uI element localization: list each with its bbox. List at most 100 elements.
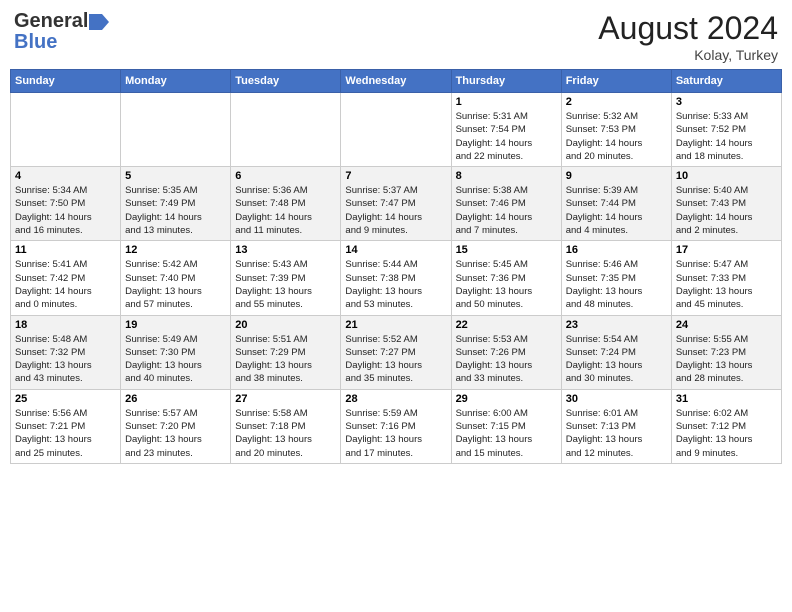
logo-arrow-icon (89, 14, 109, 30)
calendar-day-cell: 31 Sunrise: 6:02 AM Sunset: 7:12 PM Dayli… (671, 389, 781, 463)
day-info: Sunrise: 5:43 AM Sunset: 7:39 PM Dayligh… (235, 258, 336, 311)
day-number: 14 (345, 244, 446, 256)
day-info: Sunrise: 5:53 AM Sunset: 7:26 PM Dayligh… (456, 333, 557, 386)
calendar-day-cell: 18 Sunrise: 5:48 AM Sunset: 7:32 PM Dayli… (11, 315, 121, 389)
day-info: Sunrise: 5:52 AM Sunset: 7:27 PM Dayligh… (345, 333, 446, 386)
day-info: Sunrise: 5:49 AM Sunset: 7:30 PM Dayligh… (125, 333, 226, 386)
day-info: Sunrise: 5:32 AM Sunset: 7:53 PM Dayligh… (566, 110, 667, 163)
day-info: Sunrise: 5:58 AM Sunset: 7:18 PM Dayligh… (235, 407, 336, 460)
day-header-thursday: Thursday (451, 70, 561, 93)
day-number: 7 (345, 170, 446, 182)
day-number: 6 (235, 170, 336, 182)
day-number: 13 (235, 244, 336, 256)
calendar-day-cell (231, 93, 341, 167)
calendar-week-row: 1 Sunrise: 5:31 AM Sunset: 7:54 PM Daylig… (11, 93, 782, 167)
day-info: Sunrise: 5:45 AM Sunset: 7:36 PM Dayligh… (456, 258, 557, 311)
day-number: 28 (345, 393, 446, 405)
day-number: 24 (676, 319, 777, 331)
page-header: General Blue August 2024 Kolay, Turkey (10, 10, 782, 63)
logo-general-text: General (14, 10, 88, 33)
calendar-day-cell: 21 Sunrise: 5:52 AM Sunset: 7:27 PM Dayli… (341, 315, 451, 389)
day-header-sunday: Sunday (11, 70, 121, 93)
day-header-friday: Friday (561, 70, 671, 93)
calendar-day-cell: 24 Sunrise: 5:55 AM Sunset: 7:23 PM Dayli… (671, 315, 781, 389)
day-info: Sunrise: 5:35 AM Sunset: 7:49 PM Dayligh… (125, 184, 226, 237)
day-info: Sunrise: 5:40 AM Sunset: 7:43 PM Dayligh… (676, 184, 777, 237)
day-number: 21 (345, 319, 446, 331)
day-number: 9 (566, 170, 667, 182)
location-text: Kolay, Turkey (598, 47, 778, 63)
day-info: Sunrise: 5:55 AM Sunset: 7:23 PM Dayligh… (676, 333, 777, 386)
day-number: 25 (15, 393, 116, 405)
day-info: Sunrise: 5:44 AM Sunset: 7:38 PM Dayligh… (345, 258, 446, 311)
day-info: Sunrise: 5:51 AM Sunset: 7:29 PM Dayligh… (235, 333, 336, 386)
day-number: 30 (566, 393, 667, 405)
calendar-day-cell: 3 Sunrise: 5:33 AM Sunset: 7:52 PM Daylig… (671, 93, 781, 167)
calendar-day-cell (121, 93, 231, 167)
logo: General Blue (14, 10, 109, 54)
day-header-tuesday: Tuesday (231, 70, 341, 93)
calendar-day-cell: 5 Sunrise: 5:35 AM Sunset: 7:49 PM Daylig… (121, 167, 231, 241)
day-number: 5 (125, 170, 226, 182)
day-number: 31 (676, 393, 777, 405)
calendar-day-cell: 14 Sunrise: 5:44 AM Sunset: 7:38 PM Dayli… (341, 241, 451, 315)
day-info: Sunrise: 5:39 AM Sunset: 7:44 PM Dayligh… (566, 184, 667, 237)
day-info: Sunrise: 6:00 AM Sunset: 7:15 PM Dayligh… (456, 407, 557, 460)
day-number: 19 (125, 319, 226, 331)
day-number: 20 (235, 319, 336, 331)
calendar-day-cell: 29 Sunrise: 6:00 AM Sunset: 7:15 PM Dayli… (451, 389, 561, 463)
calendar-day-cell: 19 Sunrise: 5:49 AM Sunset: 7:30 PM Dayli… (121, 315, 231, 389)
day-number: 29 (456, 393, 557, 405)
day-number: 12 (125, 244, 226, 256)
day-info: Sunrise: 5:38 AM Sunset: 7:46 PM Dayligh… (456, 184, 557, 237)
calendar-day-cell: 30 Sunrise: 6:01 AM Sunset: 7:13 PM Dayli… (561, 389, 671, 463)
calendar-header-row: SundayMondayTuesdayWednesdayThursdayFrid… (11, 70, 782, 93)
calendar-day-cell: 13 Sunrise: 5:43 AM Sunset: 7:39 PM Dayli… (231, 241, 341, 315)
calendar-day-cell: 10 Sunrise: 5:40 AM Sunset: 7:43 PM Dayli… (671, 167, 781, 241)
day-info: Sunrise: 5:54 AM Sunset: 7:24 PM Dayligh… (566, 333, 667, 386)
calendar-table: SundayMondayTuesdayWednesdayThursdayFrid… (10, 69, 782, 464)
calendar-week-row: 25 Sunrise: 5:56 AM Sunset: 7:21 PM Dayli… (11, 389, 782, 463)
day-number: 4 (15, 170, 116, 182)
day-number: 26 (125, 393, 226, 405)
day-info: Sunrise: 5:36 AM Sunset: 7:48 PM Dayligh… (235, 184, 336, 237)
day-number: 18 (15, 319, 116, 331)
calendar-week-row: 4Sunrise: 5:34 AM Sunset: 7:50 PM Daylig… (11, 167, 782, 241)
calendar-day-cell: 7Sunrise: 5:37 AM Sunset: 7:47 PM Daylig… (341, 167, 451, 241)
day-header-monday: Monday (121, 70, 231, 93)
day-info: Sunrise: 5:56 AM Sunset: 7:21 PM Dayligh… (15, 407, 116, 460)
calendar-day-cell: 26 Sunrise: 5:57 AM Sunset: 7:20 PM Dayli… (121, 389, 231, 463)
day-number: 17 (676, 244, 777, 256)
calendar-day-cell: 6 Sunrise: 5:36 AM Sunset: 7:48 PM Daylig… (231, 167, 341, 241)
day-info: Sunrise: 5:41 AM Sunset: 7:42 PM Dayligh… (15, 258, 116, 311)
day-info: Sunrise: 5:48 AM Sunset: 7:32 PM Dayligh… (15, 333, 116, 386)
day-number: 27 (235, 393, 336, 405)
calendar-day-cell: 25 Sunrise: 5:56 AM Sunset: 7:21 PM Dayli… (11, 389, 121, 463)
calendar-day-cell: 4Sunrise: 5:34 AM Sunset: 7:50 PM Daylig… (11, 167, 121, 241)
day-number: 15 (456, 244, 557, 256)
day-info: Sunrise: 5:59 AM Sunset: 7:16 PM Dayligh… (345, 407, 446, 460)
day-number: 10 (676, 170, 777, 182)
month-year-title: August 2024 (598, 10, 778, 47)
calendar-day-cell: 12 Sunrise: 5:42 AM Sunset: 7:40 PM Dayli… (121, 241, 231, 315)
day-number: 2 (566, 96, 667, 108)
day-info: Sunrise: 5:33 AM Sunset: 7:52 PM Dayligh… (676, 110, 777, 163)
calendar-day-cell: 9 Sunrise: 5:39 AM Sunset: 7:44 PM Daylig… (561, 167, 671, 241)
day-info: Sunrise: 6:02 AM Sunset: 7:12 PM Dayligh… (676, 407, 777, 460)
calendar-week-row: 18 Sunrise: 5:48 AM Sunset: 7:32 PM Dayli… (11, 315, 782, 389)
calendar-day-cell: 27 Sunrise: 5:58 AM Sunset: 7:18 PM Dayli… (231, 389, 341, 463)
day-info: Sunrise: 5:42 AM Sunset: 7:40 PM Dayligh… (125, 258, 226, 311)
calendar-day-cell (11, 93, 121, 167)
calendar-day-cell: 23 Sunrise: 5:54 AM Sunset: 7:24 PM Dayli… (561, 315, 671, 389)
day-number: 8 (456, 170, 557, 182)
day-info: Sunrise: 5:46 AM Sunset: 7:35 PM Dayligh… (566, 258, 667, 311)
day-header-saturday: Saturday (671, 70, 781, 93)
day-number: 23 (566, 319, 667, 331)
calendar-day-cell: 8 Sunrise: 5:38 AM Sunset: 7:46 PM Daylig… (451, 167, 561, 241)
day-info: Sunrise: 5:31 AM Sunset: 7:54 PM Dayligh… (456, 110, 557, 163)
day-info: Sunrise: 5:57 AM Sunset: 7:20 PM Dayligh… (125, 407, 226, 460)
day-number: 3 (676, 96, 777, 108)
day-number: 16 (566, 244, 667, 256)
day-number: 1 (456, 96, 557, 108)
day-info: Sunrise: 6:01 AM Sunset: 7:13 PM Dayligh… (566, 407, 667, 460)
